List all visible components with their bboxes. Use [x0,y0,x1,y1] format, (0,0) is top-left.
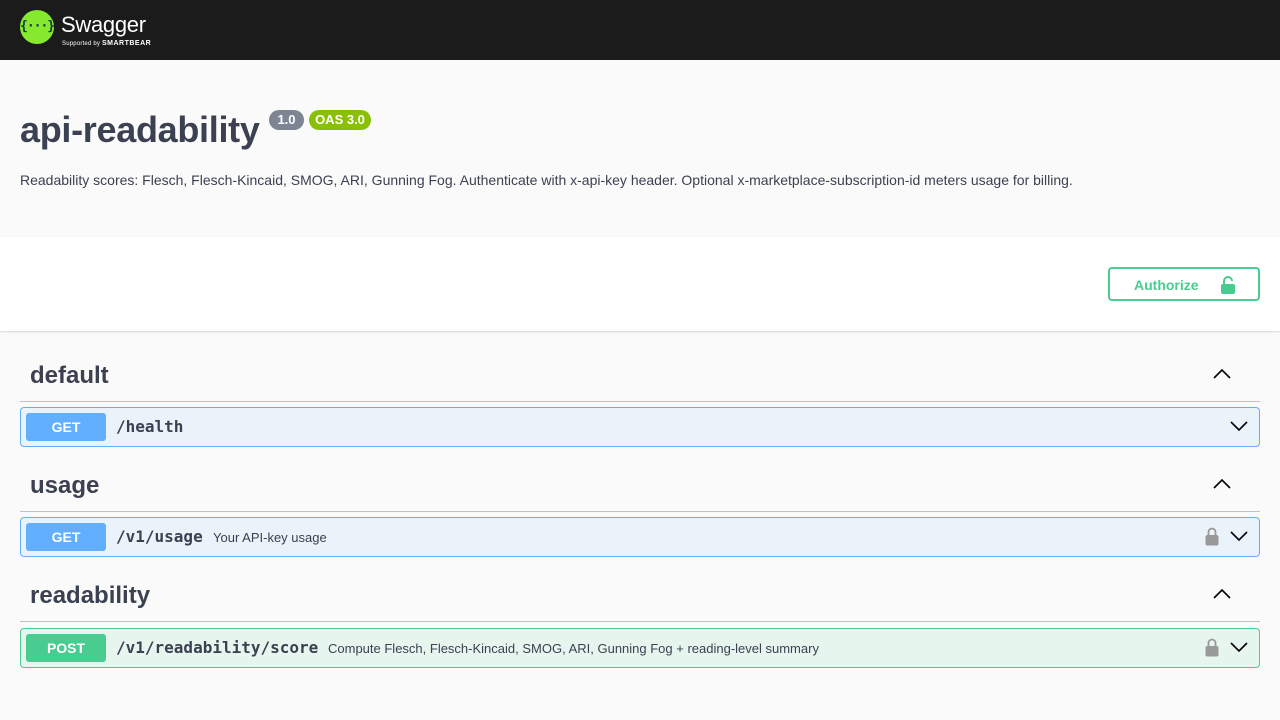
tag-section-readability: readability POST /v1/readability/score C… [20,552,1260,668]
method-badge: GET [26,523,106,551]
chevron-up-icon[interactable] [1212,586,1232,600]
operation-path: /health [116,417,184,436]
chevron-down-icon[interactable] [1229,419,1249,433]
operation-get-health[interactable]: GET /health [20,407,1260,447]
chevron-up-icon[interactable] [1212,476,1232,490]
logo-braces-glyph: {···} [20,19,55,34]
logo-name: Swagger [61,12,146,37]
logo-sub-prefix: Supported by [62,41,101,47]
tag-name: readability [30,582,151,609]
authorize-label: Authorize [1134,277,1199,293]
api-info: api-readability 1.0 OAS 3.0 Readability … [0,60,1280,237]
oas-badge: OAS 3.0 [309,110,371,130]
logo-tagline: Supported by SMARTBEAR [62,40,151,47]
chevron-down-icon[interactable] [1229,640,1249,654]
lock-icon[interactable] [1205,638,1219,657]
method-badge: POST [26,634,106,662]
unlock-icon [1221,276,1235,294]
operation-path: /v1/readability/score [116,638,319,657]
lock-icon[interactable] [1205,527,1219,546]
api-description: Readability scores: Flesch, Flesch-Kinca… [20,172,1073,188]
operation-path: /v1/usage [116,527,203,546]
tag-section-usage: usage GET /v1/usage Your API-key usage [20,442,1260,557]
chevron-up-icon[interactable] [1212,366,1232,380]
authorize-button[interactable]: Authorize [1108,267,1260,301]
operation-get-usage[interactable]: GET /v1/usage Your API-key usage [20,517,1260,557]
operation-summary: Compute Flesch, Flesch-Kincaid, SMOG, AR… [328,641,819,656]
swagger-logo-link[interactable]: {···} Swagger Supported by SMARTBEAR [20,10,170,50]
topbar: {···} Swagger Supported by SMARTBEAR [0,0,1280,60]
tag-section-default: default GET /health [20,332,1260,447]
tag-header-readability[interactable]: readability [20,552,1260,622]
tag-header-usage[interactable]: usage [20,442,1260,512]
tag-name: default [30,362,109,389]
tag-name: usage [30,472,100,499]
operation-summary: Your API-key usage [213,530,327,545]
scheme-container: Authorize [0,237,1280,331]
tag-header-default[interactable]: default [20,332,1260,402]
method-badge: GET [26,413,106,441]
logo-sub-brand: SMARTBEAR [101,40,152,47]
chevron-down-icon[interactable] [1229,529,1249,543]
operation-post-readability-score[interactable]: POST /v1/readability/score Compute Flesc… [20,628,1260,668]
version-badge: 1.0 [269,110,304,130]
page-title: api-readability [20,109,260,150]
